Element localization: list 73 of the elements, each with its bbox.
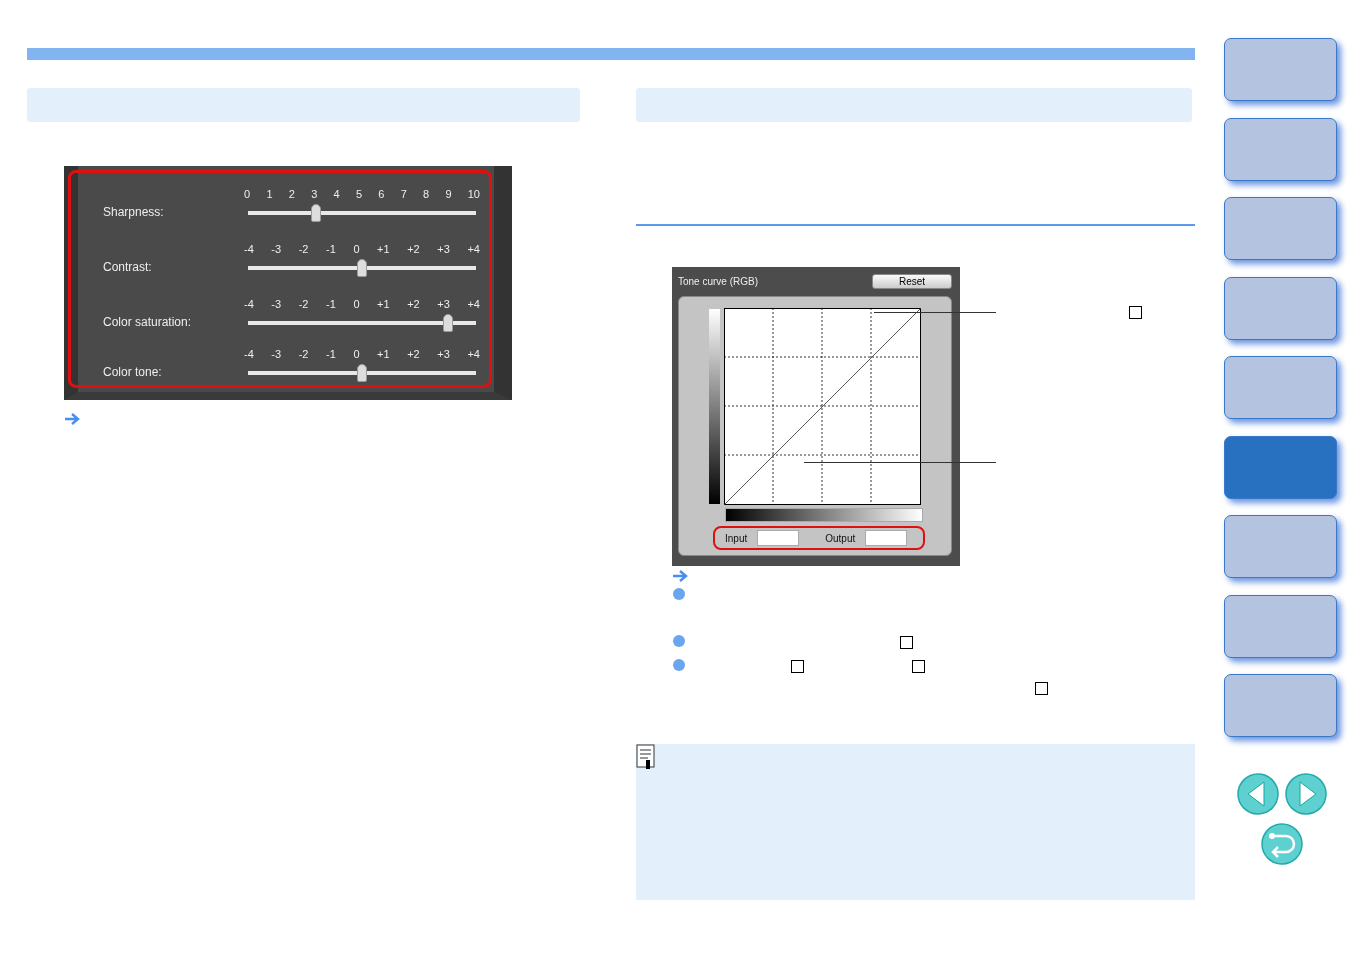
chapter-tab[interactable] [1224,276,1337,340]
slider-thumb[interactable] [442,314,453,332]
input-field[interactable] [757,530,800,546]
slider-label: Color tone: [103,365,163,381]
tick-label: +4 [467,348,480,360]
tick-label: 1 [266,188,273,200]
chapter-tab[interactable] [1224,515,1337,578]
tick-label: +2 [407,348,420,360]
tick-label: 9 [445,188,452,200]
tick-label: 5 [355,188,362,200]
tick-label: +3 [437,348,450,360]
tick-label: -4 [244,298,254,310]
tick-label: 0 [244,188,251,200]
tick-label: 8 [423,188,430,200]
tick-label: -3 [271,243,282,255]
chapter-tab[interactable] [1224,38,1337,101]
chapter-tab[interactable] [1224,117,1337,181]
arrow-icon [672,570,688,582]
tick-label: +2 [407,243,420,255]
tick-label: -4 [244,348,254,360]
slider-thumb[interactable] [357,364,367,382]
tick-label: 7 [400,188,407,200]
tick-label: -2 [298,298,309,310]
bullet-icon [673,588,685,600]
tick-label: +4 [467,243,480,255]
tick-label: -3 [271,298,282,310]
slider-thumb[interactable] [311,204,322,222]
tick-label: +3 [437,298,450,310]
chapter-tab[interactable] [1224,197,1337,260]
output-label: Output [825,532,856,544]
output-field[interactable] [865,530,908,546]
tick-label: 2 [288,188,295,200]
return-icon[interactable] [1260,821,1304,866]
tick-label: -1 [326,298,336,310]
tick-label: 0 [353,298,360,310]
panel-title: Tone curve (RGB) [678,275,759,287]
square-icon [1035,682,1048,695]
slider-label: Sharpness: [103,205,165,221]
slider-thumb[interactable] [357,259,367,277]
chapter-tab[interactable] [1224,435,1337,499]
tick-label: -1 [326,348,336,360]
tick-label: -4 [244,243,254,255]
chapter-tab[interactable] [1224,356,1337,419]
tick-label: -2 [298,243,309,255]
square-icon [791,660,804,673]
tick-label: 6 [378,188,385,200]
memo-icon [636,744,656,770]
square-icon [912,660,925,673]
arrow-icon [64,413,80,425]
tick-label: 4 [333,188,340,200]
tick-label: +3 [437,243,450,255]
slider-label: Color saturation: [103,315,193,331]
input-label: Input [725,532,748,544]
square-icon [900,636,913,649]
bullet-icon [673,659,685,671]
square-icon [1129,306,1142,319]
tick-label: 10 [467,188,480,200]
tick-label: -2 [298,348,309,360]
reset-button[interactable]: Reset [872,273,952,289]
bullet-icon [673,635,685,647]
chapter-tab[interactable] [1224,674,1337,737]
tick-label: +4 [467,298,480,310]
tick-label: 0 [353,348,360,360]
tick-label: -1 [326,243,336,255]
tick-label: -3 [271,348,282,360]
tick-label: +1 [377,298,390,310]
tick-label: +1 [377,243,390,255]
tick-label: +1 [377,348,390,360]
slider-label: Contrast: [103,260,153,276]
tick-label: 0 [353,243,360,255]
chapter-tab[interactable] [1224,594,1337,658]
tick-label: +2 [407,298,420,310]
tick-label: 3 [311,188,318,200]
